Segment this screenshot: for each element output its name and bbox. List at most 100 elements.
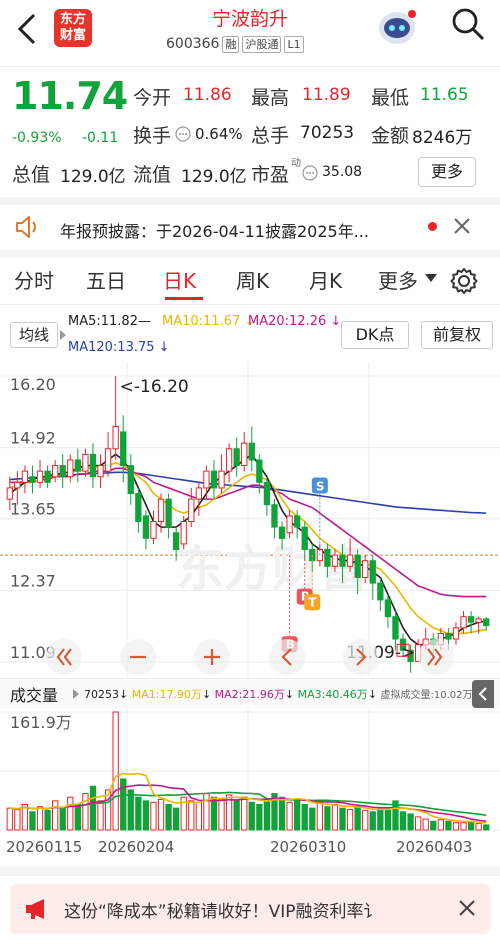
active-tab-indicator [165, 297, 203, 300]
y-tick-label: 16.20 [10, 375, 56, 394]
turnover-value: 0.64% [195, 125, 243, 143]
current-price: 11.74 [12, 74, 128, 118]
candle [150, 521, 157, 539]
info-icon[interactable] [175, 126, 191, 142]
caret-icon [60, 330, 66, 340]
volume-bar [362, 809, 369, 831]
candle [256, 459, 263, 483]
volume-bar [67, 796, 74, 831]
search-icon[interactable] [450, 6, 486, 42]
tab-daily-k[interactable]: 日K [163, 265, 196, 294]
volume-bar [339, 807, 346, 831]
chevron-left-icon [269, 639, 305, 675]
candle [483, 618, 490, 627]
ma5-label: MA5:11.82— [68, 314, 151, 329]
candle [112, 425, 119, 450]
candle [36, 470, 44, 483]
adjust-mode-button[interactable]: 前复权 [421, 321, 493, 349]
volume-indicator-button[interactable]: 成交量 [10, 682, 58, 706]
collapse-panel-button[interactable] [472, 680, 494, 708]
volume-bar [445, 820, 452, 831]
close-icon[interactable] [458, 899, 476, 917]
volume-bar [331, 803, 339, 831]
candle [301, 526, 308, 551]
volume-bar [36, 806, 44, 831]
candle [354, 554, 361, 578]
candle [309, 549, 316, 562]
volume-bar [263, 800, 271, 831]
notice-text[interactable]: 年报预披露：于2026-04-11披露2025年... [60, 218, 415, 242]
open-value: 11.86 [183, 85, 232, 105]
high-label: 最高 [251, 87, 290, 109]
gear-icon[interactable] [450, 267, 478, 295]
caret-down-icon[interactable] [424, 272, 438, 284]
candle [188, 498, 195, 523]
volume-bar [467, 820, 475, 831]
open-label: 今开 [133, 87, 172, 109]
candle [248, 442, 255, 461]
candlestick-chart[interactable]: 东方财富 16.2014.9213.6512.3711.09 <-16.2011… [0, 362, 500, 678]
candle [195, 487, 202, 500]
candle [339, 554, 346, 567]
floatcap-label: 流值 [133, 164, 172, 186]
volume-bar [82, 793, 89, 831]
candle [369, 560, 376, 584]
dk-point-button[interactable]: DK点 [341, 321, 409, 349]
tab-more[interactable]: 更多 [378, 265, 418, 294]
divider [0, 866, 500, 876]
speaker-icon [16, 216, 36, 238]
candle [44, 470, 51, 483]
vol-ma1: MA1:17.90万 [131, 688, 202, 701]
volume-bar [14, 809, 21, 831]
divider [0, 66, 500, 67]
candle [271, 504, 278, 528]
x-date-label: 20260115 [6, 838, 82, 856]
low-value: 11.65 [420, 85, 469, 105]
back-icon[interactable] [12, 12, 42, 46]
volume-bar [142, 800, 150, 831]
candle [263, 481, 271, 506]
volume-bar [256, 803, 263, 831]
volume-bar [346, 809, 354, 831]
tab-intraday[interactable]: 分时 [14, 265, 54, 294]
caret-icon [73, 689, 79, 699]
ma-settings-button[interactable]: 均线 [10, 322, 58, 348]
candle [377, 582, 384, 601]
volume-bar [369, 811, 376, 831]
x-date-label: 20260310 [270, 838, 346, 856]
volume-chart[interactable]: 161.9万 20260115 20260204 20260310 20260403 [0, 708, 500, 858]
volume-bar [210, 796, 218, 831]
tab-five-day[interactable]: 五日 [86, 265, 126, 294]
volume-bar [437, 819, 444, 831]
chevron-left-icon [478, 687, 487, 701]
max-price-annotation: <-16.20 [120, 377, 189, 397]
volume-bar [233, 800, 240, 831]
candle [180, 521, 187, 545]
y-tick-label: 13.65 [10, 500, 56, 519]
app-logo: 东方财富 [54, 9, 92, 47]
candle [445, 632, 452, 640]
promo-text[interactable]: 这份“降成本”秘籍请收好！VIP融资利率讠 [64, 897, 429, 922]
close-icon[interactable] [452, 216, 472, 236]
info-icon[interactable] [302, 165, 318, 181]
sell-marker-label: S [316, 480, 325, 494]
volume-bar [248, 801, 255, 831]
y-tick-label: 14.92 [10, 429, 56, 448]
mktcap-label: 总值 [12, 164, 51, 186]
candle [59, 465, 66, 478]
more-quote-button[interactable]: 更多 [418, 157, 476, 187]
tab-monthly-k[interactable]: 月K [309, 265, 342, 294]
tab-weekly-k[interactable]: 周K [236, 265, 269, 294]
volume-bar [29, 811, 36, 831]
volume-value: 70253 [300, 123, 355, 143]
candle [460, 616, 467, 629]
volume-bar [127, 789, 134, 831]
turnover-label: 换手 [133, 125, 172, 147]
assistant-robot-icon[interactable] [374, 4, 420, 50]
candle [127, 465, 134, 495]
volume-bar [475, 822, 482, 831]
volume-legend: 70253↓ MA1:17.90万↓ MA2:21.96万↓ MA3:40.46… [84, 688, 473, 701]
candle [21, 470, 29, 483]
volume-bar [44, 809, 51, 831]
tag-connect: 沪股通 [242, 35, 282, 53]
